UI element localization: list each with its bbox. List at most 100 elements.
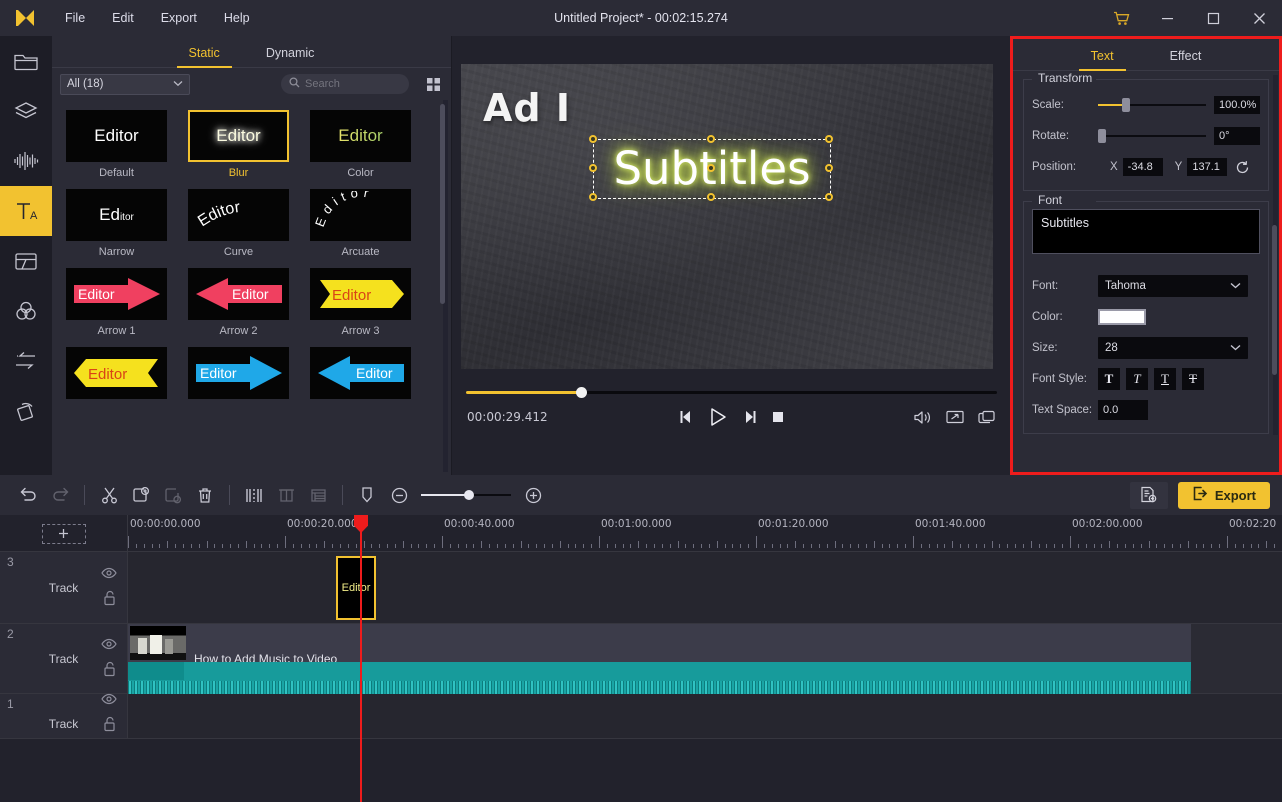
resize-handle-bl[interactable] bbox=[589, 193, 597, 201]
sidebar-item-split-screen[interactable] bbox=[0, 236, 52, 286]
text-clip[interactable]: Editor bbox=[336, 556, 376, 620]
cut-button[interactable] bbox=[93, 480, 125, 510]
fullscreen-icon[interactable] bbox=[946, 410, 964, 424]
preset-scrollbar-track[interactable] bbox=[440, 100, 448, 472]
resize-handle-ml[interactable] bbox=[589, 164, 597, 172]
underline-button[interactable]: T bbox=[1154, 368, 1176, 390]
resize-handle-tc[interactable] bbox=[707, 135, 715, 143]
eye-icon[interactable] bbox=[101, 565, 117, 583]
rotate-slider[interactable] bbox=[1098, 128, 1206, 144]
preset-thumbnail[interactable]: Editor bbox=[310, 268, 411, 320]
preset-thumbnail[interactable]: Editor bbox=[310, 189, 411, 241]
video-stage[interactable]: Ad I Subtitles bbox=[461, 64, 993, 369]
text-space-value[interactable]: 0.0 bbox=[1098, 400, 1148, 420]
text-selection-box[interactable]: Subtitles bbox=[589, 135, 833, 201]
freeze-frame-button[interactable] bbox=[270, 480, 302, 510]
rotate-handle[interactable] bbox=[707, 164, 715, 172]
position-x-value[interactable]: -34.8 bbox=[1122, 158, 1163, 176]
strikethrough-button[interactable]: T bbox=[1182, 368, 1204, 390]
sidebar-item-media[interactable] bbox=[0, 36, 52, 86]
tab-static[interactable]: Static bbox=[176, 46, 233, 68]
resize-handle-tl[interactable] bbox=[589, 135, 597, 143]
preset-thumbnail[interactable]: Editor bbox=[188, 347, 289, 399]
menu-export[interactable]: Export bbox=[158, 7, 200, 29]
sidebar-item-transitions[interactable] bbox=[0, 336, 52, 386]
timeline-zoom-slider[interactable] bbox=[421, 488, 511, 502]
sidebar-item-audio[interactable] bbox=[0, 136, 52, 186]
reset-icon[interactable] bbox=[1235, 160, 1250, 175]
video-clip[interactable]: How to Add Music to Video bbox=[128, 624, 1191, 694]
scale-value[interactable]: 100.0% bbox=[1214, 96, 1260, 114]
rotate-slider-thumb[interactable] bbox=[1098, 129, 1106, 143]
preset-thumbnail[interactable]: Editor bbox=[310, 347, 411, 399]
resize-handle-tr[interactable] bbox=[825, 135, 833, 143]
tab-effect[interactable]: Effect bbox=[1162, 49, 1210, 70]
crop-button[interactable] bbox=[125, 480, 157, 510]
preset-arrow-2[interactable]: Editor Arrow 2 bbox=[188, 268, 289, 337]
zoom-out-icon[interactable] bbox=[383, 480, 415, 510]
next-frame-button[interactable] bbox=[742, 410, 757, 424]
preset-arrow-1[interactable]: Editor Arrow 1 bbox=[66, 268, 167, 337]
close-button[interactable] bbox=[1236, 0, 1282, 36]
preset-thumbnail[interactable]: Editor bbox=[188, 189, 289, 241]
unlock-icon[interactable] bbox=[103, 716, 116, 737]
preset-thumbnail[interactable]: Editor bbox=[188, 268, 289, 320]
green-screen-button[interactable] bbox=[302, 480, 334, 510]
menu-help[interactable]: Help bbox=[221, 7, 253, 29]
project-settings-icon[interactable] bbox=[1129, 481, 1168, 509]
preset-thumbnail[interactable]: Editor bbox=[188, 110, 289, 162]
properties-scrollbar-track[interactable] bbox=[1272, 75, 1278, 435]
preset-arcuate[interactable]: Editor Arcuate bbox=[310, 189, 411, 258]
sidebar-item-layers[interactable] bbox=[0, 86, 52, 136]
marker-button[interactable] bbox=[351, 480, 383, 510]
grid-view-icon[interactable] bbox=[423, 74, 443, 94]
volume-icon[interactable] bbox=[913, 410, 932, 425]
zoom-in-icon[interactable] bbox=[517, 480, 549, 510]
font-family-dropdown[interactable]: Tahoma bbox=[1098, 275, 1248, 297]
previous-frame-button[interactable] bbox=[679, 410, 694, 424]
resize-handle-br[interactable] bbox=[825, 193, 833, 201]
preset-arrow-4[interactable]: Editor bbox=[66, 347, 167, 404]
font-size-dropdown[interactable]: 28 bbox=[1098, 337, 1248, 359]
preset-narrow[interactable]: Editor Narrow bbox=[66, 189, 167, 258]
undo-button[interactable] bbox=[12, 480, 44, 510]
tab-dynamic[interactable]: Dynamic bbox=[258, 46, 323, 67]
preset-arrow-6[interactable]: Editor bbox=[310, 347, 411, 404]
scale-slider[interactable] bbox=[1098, 97, 1206, 113]
color-swatch[interactable] bbox=[1098, 309, 1146, 325]
preset-thumbnail[interactable]: Editor bbox=[66, 268, 167, 320]
sidebar-item-filters[interactable] bbox=[0, 286, 52, 336]
preset-scrollbar-thumb[interactable] bbox=[440, 104, 445, 304]
scale-slider-thumb[interactable] bbox=[1122, 98, 1130, 112]
eye-icon[interactable] bbox=[101, 636, 117, 654]
eye-icon[interactable] bbox=[101, 692, 117, 710]
track-lane-3[interactable]: Editor bbox=[128, 552, 1282, 623]
text-content-input[interactable]: Subtitles bbox=[1032, 209, 1260, 254]
redo-button[interactable] bbox=[44, 480, 76, 510]
export-button[interactable]: Export bbox=[1177, 481, 1270, 509]
search-box[interactable] bbox=[281, 74, 409, 94]
preset-thumbnail[interactable]: Editor bbox=[310, 110, 411, 162]
track-header-2[interactable]: 2 Track bbox=[0, 624, 128, 693]
track-header-1[interactable]: 1 Track bbox=[0, 692, 128, 738]
zoom-slider-thumb[interactable] bbox=[464, 490, 474, 500]
italic-button[interactable]: T bbox=[1126, 368, 1148, 390]
menu-edit[interactable]: Edit bbox=[109, 7, 137, 29]
minimize-button[interactable] bbox=[1144, 0, 1190, 36]
seek-bar[interactable] bbox=[466, 386, 997, 398]
preset-blur[interactable]: Editor Blur bbox=[188, 110, 289, 179]
track-lane-1[interactable] bbox=[128, 694, 1282, 738]
rotate-slider-track[interactable] bbox=[1098, 135, 1206, 137]
preset-color[interactable]: Editor Color bbox=[310, 110, 411, 179]
stop-button[interactable] bbox=[771, 410, 785, 424]
resize-handle-bc[interactable] bbox=[707, 193, 715, 201]
sidebar-item-motion[interactable] bbox=[0, 386, 52, 436]
properties-scrollbar-thumb[interactable] bbox=[1272, 225, 1277, 375]
preset-arrow-3[interactable]: Editor Arrow 3 bbox=[310, 268, 411, 337]
track-lane-2[interactable]: How to Add Music to Video bbox=[128, 624, 1282, 694]
play-button[interactable] bbox=[708, 407, 728, 427]
delete-button[interactable] bbox=[189, 480, 221, 510]
track-header-3[interactable]: 3 Track bbox=[0, 552, 128, 623]
position-y-value[interactable]: 137.1 bbox=[1187, 158, 1228, 176]
add-track-button[interactable] bbox=[41, 523, 86, 544]
